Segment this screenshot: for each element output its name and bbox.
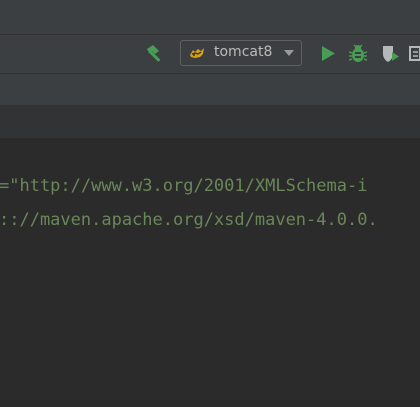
title-bar [0,0,420,34]
code-line[interactable]: :://maven.apache.org/xsd/maven-4.0.0. [0,210,378,230]
code-line[interactable]: ="http://www.w3.org/2001/XMLSchema-i [0,176,367,196]
build-hammer-icon[interactable] [144,43,166,65]
tomcat-icon [190,48,204,58]
run-icon[interactable] [320,45,336,62]
debug-icon[interactable] [349,44,367,63]
editor-tab-bar [0,74,420,105]
more-actions-icon[interactable] [408,45,420,62]
run-with-coverage-icon[interactable] [382,44,400,63]
editor-breadcrumb-area [0,106,420,138]
run-configuration-selector[interactable]: tomcat8 [180,40,302,66]
run-configuration-label: tomcat8 [214,44,273,60]
chevron-down-icon [284,50,294,56]
